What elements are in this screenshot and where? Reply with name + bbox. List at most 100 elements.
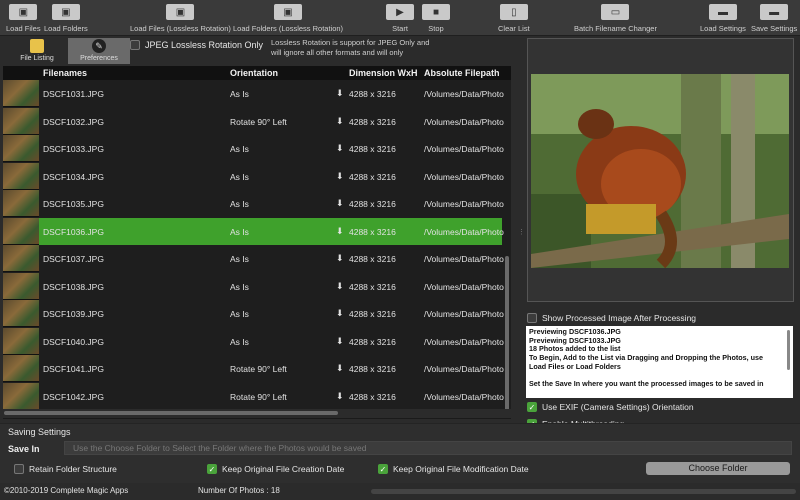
- show-processed-checkbox[interactable]: Show Processed Image After Processing: [527, 313, 696, 323]
- thumbnail: [3, 355, 39, 382]
- start-button[interactable]: ▶ Start: [386, 4, 414, 33]
- thumbnail: [3, 190, 39, 217]
- thumbnail: [3, 300, 39, 327]
- table-row[interactable]: DSCF1039.JPG As Is ⬇ 4288 x 3216/Volumes/Da…: [3, 300, 504, 327]
- thumbnail: [3, 217, 39, 245]
- cell-filepath: /Volumes/Data/Photo: [424, 281, 504, 292]
- log-scrollbar[interactable]: [787, 330, 790, 370]
- tab-preferences[interactable]: ✎ Preferences: [68, 38, 130, 64]
- arrow-down-icon[interactable]: ⬇: [336, 281, 344, 292]
- cell-dimension: 4288 x 3216: [349, 199, 396, 209]
- arrow-down-icon[interactable]: ⬇: [336, 171, 344, 182]
- brush-icon: ✎: [92, 39, 106, 53]
- table-row[interactable]: DSCF1038.JPG As Is ⬇ 4288 x 3216/Volumes/Da…: [3, 272, 504, 300]
- drive-icon: ▬: [708, 4, 737, 20]
- document-icon: ▯: [499, 4, 528, 20]
- choose-folder-button[interactable]: Choose Folder: [646, 462, 790, 475]
- load-folders-button[interactable]: ▣ Load Folders: [44, 4, 88, 33]
- clear-list-button[interactable]: ▯ Clear List: [498, 4, 530, 33]
- table-row[interactable]: DSCF1035.JPG As Is ⬇ 4288 x 3216/Volumes/Da…: [3, 190, 504, 217]
- table-row[interactable]: DSCF1040.JPG As Is ⬇ 4288 x 3216/Volumes/Da…: [3, 327, 504, 355]
- checkbox-box[interactable]: [527, 313, 537, 323]
- splitter-handle[interactable]: ⋮: [518, 228, 525, 236]
- cell-filename: DSCF1039.JPG: [43, 309, 104, 319]
- cell-filename: DSCF1038.JPG: [43, 281, 104, 292]
- arrow-down-icon[interactable]: ⬇: [336, 308, 344, 319]
- cell-filename: DSCF1041.JPG: [43, 364, 104, 374]
- header-orientation[interactable]: Orientation: [230, 68, 278, 78]
- log-line: Load Files or Load Folders: [529, 361, 621, 371]
- cell-dimension: 4288 x 3216: [349, 254, 396, 264]
- arrow-down-icon[interactable]: ⬇: [336, 363, 344, 374]
- section-title: Saving Settings: [8, 427, 71, 437]
- table-row[interactable]: DSCF1037.JPG As Is ⬇ 4288 x 3216/Volumes/Da…: [3, 245, 504, 272]
- retain-folder-structure-checkbox[interactable]: Retain Folder Structure: [14, 464, 117, 474]
- checkmark-icon[interactable]: ✓: [378, 464, 388, 474]
- cell-orientation: As Is: [230, 199, 249, 209]
- photo-count: Number Of Photos : 18: [198, 486, 280, 495]
- cell-dimension: 4288 x 3216: [349, 364, 396, 374]
- load-settings-button[interactable]: ▬ Load Settings: [700, 4, 746, 33]
- header-dimension[interactable]: Dimension WxH: [349, 68, 418, 78]
- save-in-label: Save In: [8, 444, 40, 454]
- monitor-icon: ▭: [601, 4, 630, 20]
- cell-orientation: As Is: [230, 281, 249, 292]
- cell-filepath: /Volumes/Data/Photo: [424, 144, 504, 154]
- stop-button[interactable]: ■ Stop: [422, 4, 450, 33]
- arrow-down-icon[interactable]: ⬇: [336, 198, 344, 209]
- cell-filename: DSCF1031.JPG: [43, 89, 104, 99]
- cell-filepath: /Volumes/Data/Photo: [424, 309, 504, 319]
- table-row[interactable]: DSCF1032.JPG Rotate 90° Left ⬇ 4288 x 3216 /…: [3, 107, 504, 135]
- load-folders-lossless-button[interactable]: ▣ Load Folders (Lossless Rotation): [233, 4, 343, 33]
- vertical-scrollbar[interactable]: [505, 256, 509, 409]
- header-filepath[interactable]: Absolute Filepath: [424, 68, 500, 78]
- cell-filename: DSCF1033.JPG: [43, 144, 104, 154]
- save-settings-button[interactable]: ▬ Save Settings: [751, 4, 797, 33]
- arrow-down-icon[interactable]: ⬇: [336, 226, 344, 237]
- cell-orientation: As Is: [230, 254, 249, 264]
- cell-filename: DSCF1035.JPG: [43, 199, 104, 209]
- progress-bar: [371, 489, 796, 494]
- table-row[interactable]: DSCF1033.JPG As Is ⬇ 4288 x 3216/Volumes/Da…: [3, 135, 504, 162]
- cell-dimension: 4288 x 3216: [349, 391, 396, 402]
- cell-filepath: /Volumes/Data/Photo: [424, 254, 504, 264]
- log-lines: Previewing DSCF1036.JPG Previewing DSCF10…: [529, 327, 790, 398]
- table-row[interactable]: DSCF1031.JPG As Is ⬇ 4288 x 3216/Volumes/Da…: [3, 80, 504, 107]
- save-in-field[interactable]: Use the Choose Folder to Select the Fold…: [64, 441, 792, 455]
- arrow-down-icon[interactable]: ⬇: [336, 143, 344, 154]
- table-row[interactable]: DSCF1036.JPG As Is ⬇ 4288 x 3216/Volumes/Da…: [3, 217, 504, 245]
- checkmark-icon[interactable]: ✓: [207, 464, 217, 474]
- arrow-down-icon[interactable]: ⬇: [336, 253, 344, 264]
- tab-file-listing[interactable]: File Listing: [6, 38, 68, 64]
- cell-dimension: 4288 x 3216: [349, 144, 396, 154]
- checkbox-box[interactable]: [14, 464, 24, 474]
- cell-filename: DSCF1032.JPG: [43, 116, 104, 127]
- image-icon: ▣: [166, 4, 195, 20]
- batch-filename-changer-button[interactable]: ▭ Batch Filename Changer: [574, 4, 657, 33]
- use-exif-checkbox[interactable]: ✓ Use EXIF (Camera Settings) Orientation: [527, 402, 694, 412]
- file-table[interactable]: Filenames Orientation Dimension WxH Abso…: [3, 66, 511, 409]
- header-filenames[interactable]: Filenames: [43, 68, 87, 78]
- load-files-button[interactable]: ▣ Load Files: [6, 4, 41, 33]
- horizontal-scrollbar[interactable]: [4, 411, 338, 415]
- cell-orientation: As Is: [230, 309, 249, 319]
- cell-orientation: As Is: [230, 171, 249, 182]
- table-row[interactable]: DSCF1041.JPG Rotate 90° Left ⬇ 4288 x 3216 /…: [3, 355, 504, 382]
- arrow-down-icon[interactable]: ⬇: [336, 116, 344, 127]
- cell-dimension: 4288 x 3216: [349, 336, 396, 347]
- arrow-down-icon[interactable]: ⬇: [336, 88, 344, 99]
- keep-creation-date-checkbox[interactable]: ✓ Keep Original File Creation Date: [207, 464, 344, 474]
- log-line: Set the Save In where you want the proce…: [529, 379, 764, 389]
- jpeg-lossless-checkbox[interactable]: JPEG Lossless Rotation Only: [130, 40, 263, 50]
- keep-modification-date-checkbox[interactable]: ✓ Keep Original File Modification Date: [378, 464, 529, 474]
- arrow-down-icon[interactable]: ⬇: [336, 336, 344, 347]
- checkmark-icon[interactable]: ✓: [527, 402, 537, 412]
- table-row[interactable]: DSCF1034.JPG As Is ⬇ 4288 x 3216/Volumes/Da…: [3, 162, 504, 190]
- log-textarea[interactable]: Previewing DSCF1036.JPG Previewing DSCF10…: [526, 326, 793, 398]
- load-files-lossless-button[interactable]: ▣ Load Files (Lossless Rotation): [130, 4, 231, 33]
- cell-dimension: 4288 x 3216: [349, 89, 396, 99]
- arrow-down-icon[interactable]: ⬇: [336, 391, 344, 402]
- cell-orientation: As Is: [230, 144, 249, 154]
- checkbox-box[interactable]: [130, 40, 140, 50]
- table-row[interactable]: DSCF1042.JPG Rotate 90° Left ⬇ 4288 x 3216 /…: [3, 382, 504, 409]
